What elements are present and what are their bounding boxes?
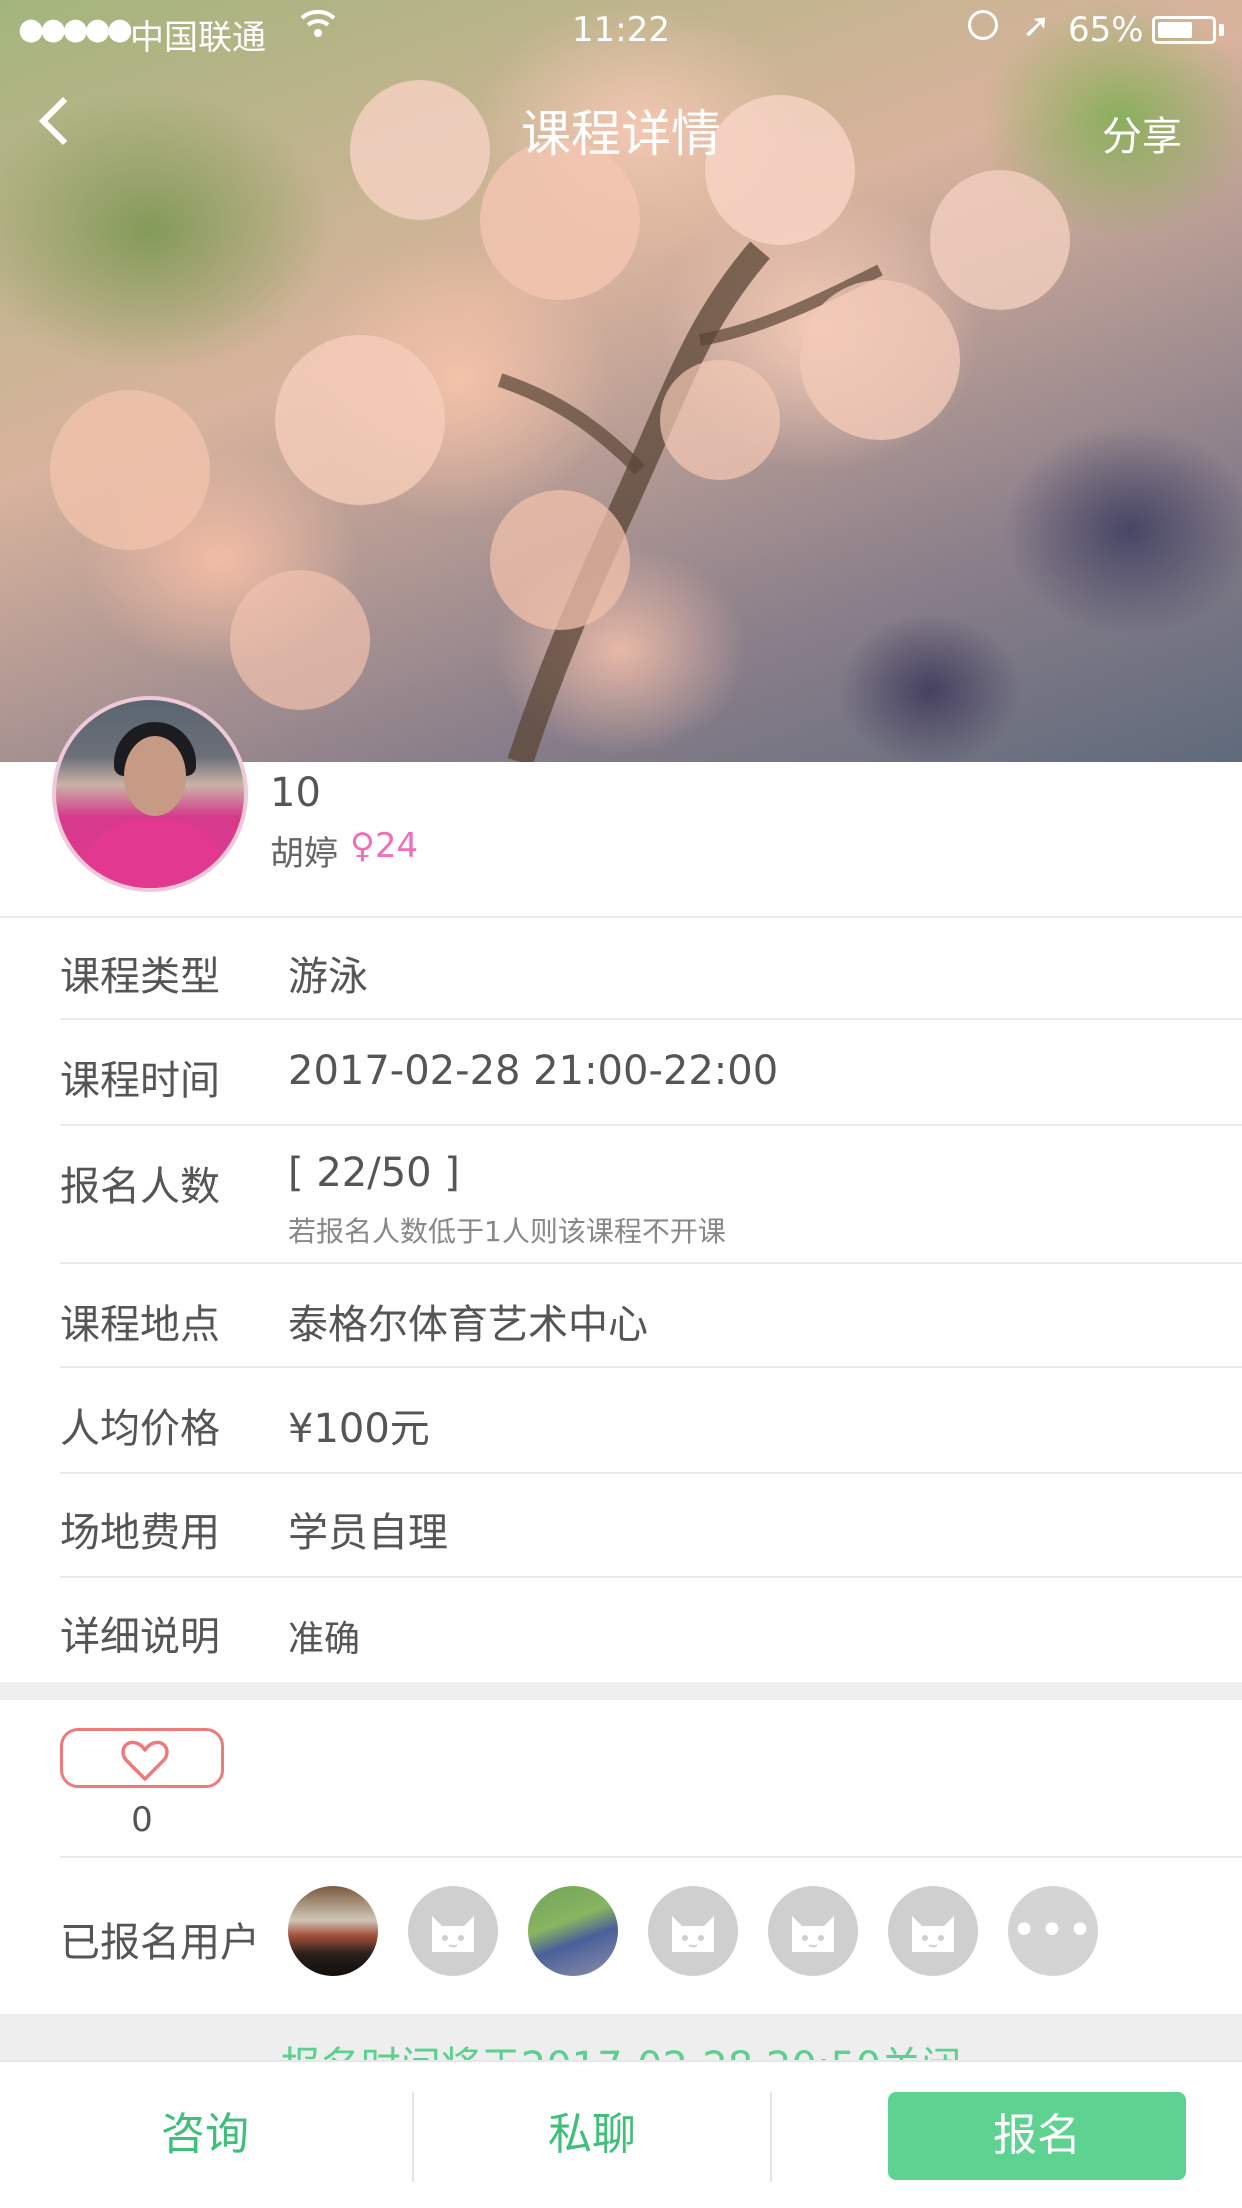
more-dots-icon: ••• <box>1011 1905 1095 1956</box>
bar-separator <box>770 2092 772 2182</box>
author-gender-age: ♀24 <box>350 826 418 866</box>
enrollment-count-label: 报名人数 <box>60 1164 220 1210</box>
venue-fee-label: 场地费用 <box>60 1510 220 1556</box>
like-count: 0 <box>131 1800 153 1840</box>
signed-user-avatar[interactable] <box>888 1886 978 1976</box>
divider <box>60 1472 1242 1474</box>
author-age-value: 24 <box>374 826 419 866</box>
bottom-action-bar: 咨询 私聊 报名 <box>0 2060 1242 2208</box>
consult-button[interactable]: 咨询 <box>0 2062 410 2208</box>
price-value: ¥100元 <box>288 1406 430 1452</box>
cat-placeholder-icon <box>432 1916 474 1952</box>
status-time: 11:22 <box>572 10 670 50</box>
divider <box>0 916 1242 918</box>
signed-user-avatar[interactable] <box>768 1886 858 1976</box>
status-bar: ●●●●● 中国联通 11:22 ➚ 65% <box>0 0 1242 60</box>
course-type-value: 游泳 <box>288 954 368 1000</box>
author-avatar[interactable] <box>52 696 248 892</box>
battery-icon <box>1152 16 1216 44</box>
divider <box>60 1856 1242 1858</box>
course-location-label: 课程地点 <box>60 1302 220 1348</box>
enrollment-count-value: [ 22/50 ] <box>288 1150 460 1196</box>
course-type-label: 课程类型 <box>60 954 220 1000</box>
cat-placeholder-icon <box>792 1916 834 1952</box>
divider <box>60 1124 1242 1126</box>
course-location-value[interactable]: 泰格尔体育艺术中心 <box>288 1292 648 1350</box>
notice-banner: 报名时间将于2017-02-28 20:50关闭 <box>0 2014 1242 2060</box>
rotation-lock-icon <box>968 10 998 40</box>
share-button[interactable]: 分享 <box>1102 104 1182 162</box>
avatar-face <box>124 736 186 816</box>
signed-user-avatar[interactable] <box>408 1886 498 1976</box>
description-value: 准确 <box>288 1619 361 1660</box>
divider <box>60 1018 1242 1020</box>
signed-user-avatar[interactable] <box>648 1886 738 1976</box>
course-time-value: 2017-02-28 21:00-22:00 <box>288 1048 779 1094</box>
author-number: 10 <box>270 770 321 816</box>
cat-placeholder-icon <box>912 1916 954 1952</box>
signed-users-label: 已报名用户 <box>60 1920 260 1966</box>
venue-fee-value: 学员自理 <box>288 1510 448 1556</box>
section-separator <box>0 1682 1242 1700</box>
cat-placeholder-icon <box>672 1916 714 1952</box>
like-button[interactable] <box>60 1728 224 1788</box>
location-arrow-icon: ➚ <box>1022 6 1051 46</box>
enrollment-note: 若报名人数低于1人则该课程不开课 <box>288 1215 726 1248</box>
signed-user-avatar[interactable] <box>528 1886 618 1976</box>
cover-image: ●●●●● 中国联通 11:22 ➚ 65% 课程详情 分享 <box>0 0 1242 762</box>
heart-outline-icon <box>121 1740 169 1781</box>
battery-tip <box>1219 24 1224 36</box>
battery-percent: 65% <box>1068 10 1144 50</box>
avatar-jacket <box>78 818 230 888</box>
page-title: 课程详情 <box>521 105 721 163</box>
notice-text: 报名时间将于2017-02-28 20:50关闭 <box>0 2034 1242 2060</box>
female-icon: ♀ <box>350 826 375 866</box>
price-label: 人均价格 <box>60 1406 220 1452</box>
author-name: 胡婷 <box>270 834 338 874</box>
signup-button[interactable]: 报名 <box>888 2092 1186 2180</box>
divider <box>60 1576 1242 1578</box>
signed-user-avatar[interactable] <box>288 1886 378 1976</box>
course-time-label: 课程时间 <box>60 1058 220 1104</box>
battery-fill <box>1158 22 1192 38</box>
divider <box>60 1262 1242 1264</box>
description-label: 详细说明 <box>60 1614 220 1660</box>
divider <box>60 1366 1242 1368</box>
more-users-button[interactable]: ••• <box>1008 1886 1098 1976</box>
private-chat-button[interactable]: 私聊 <box>414 2062 770 2208</box>
